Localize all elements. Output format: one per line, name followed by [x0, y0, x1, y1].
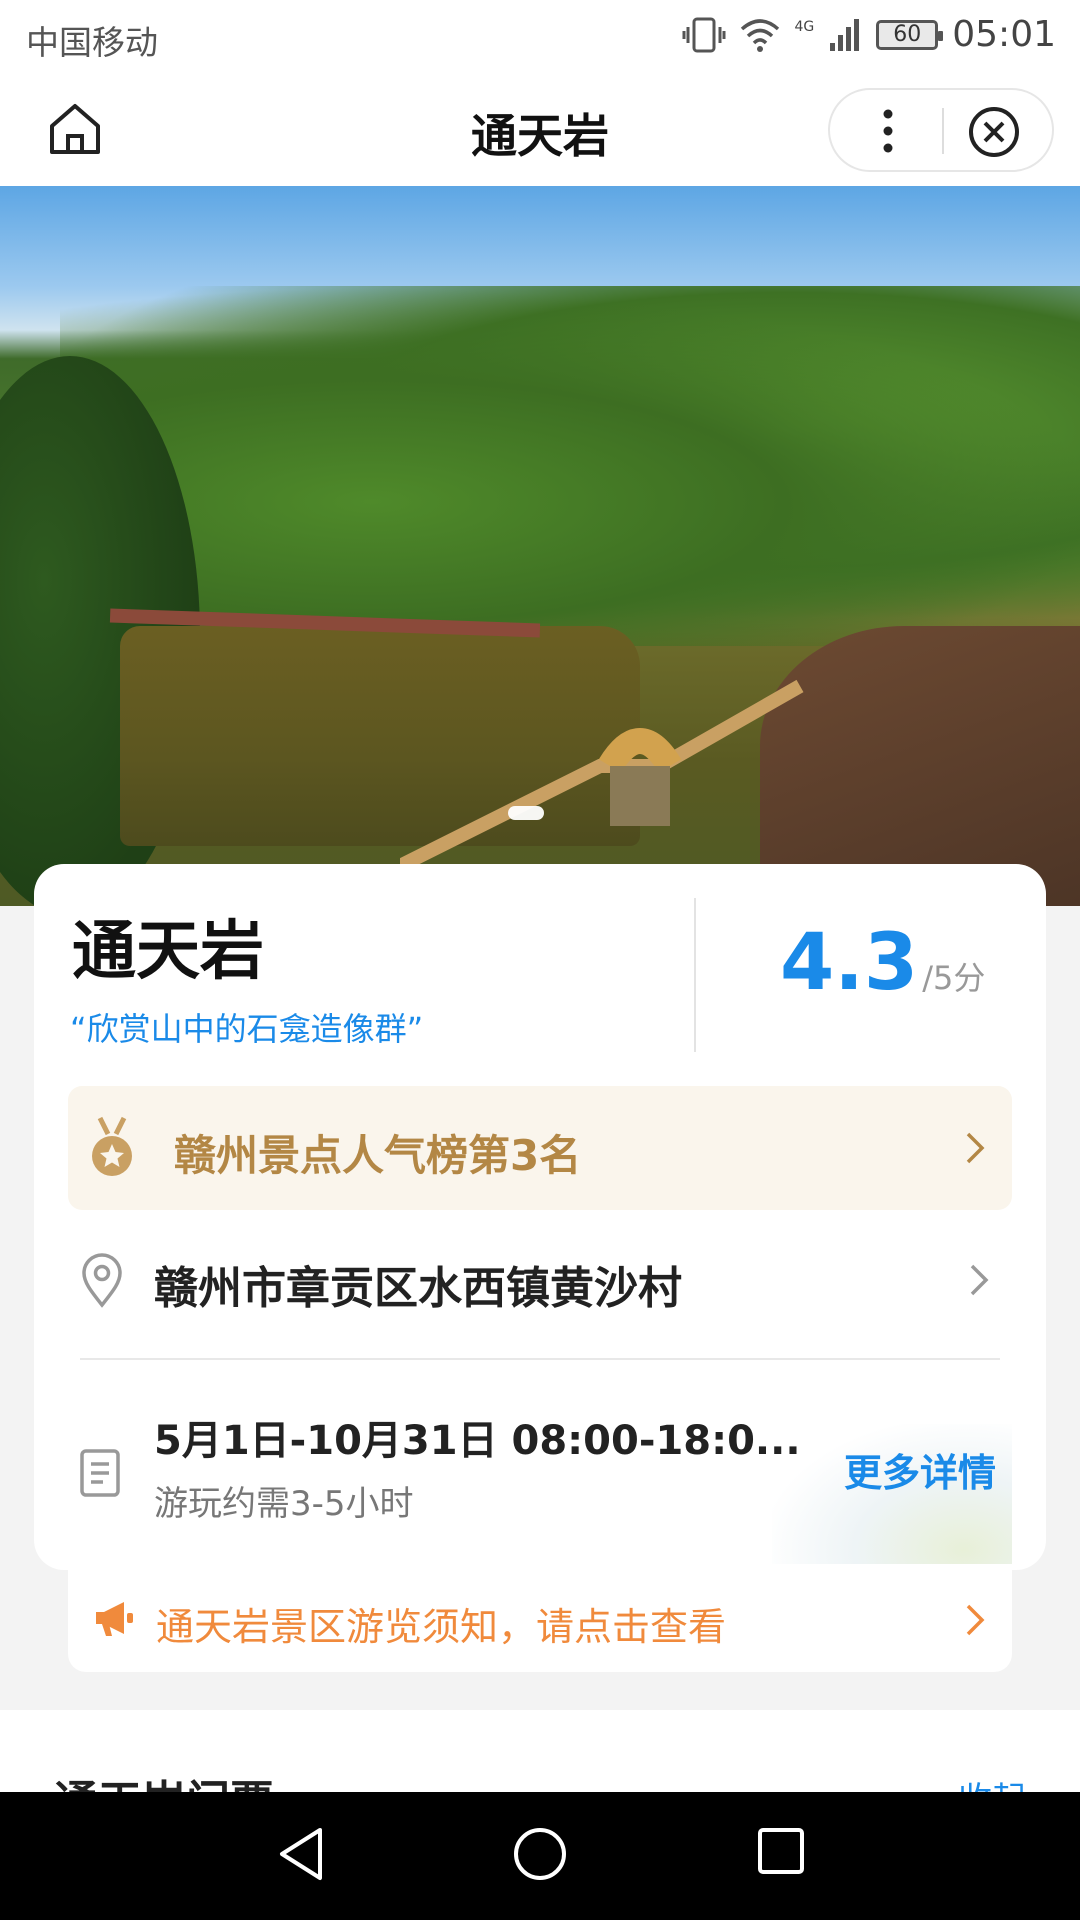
more-details-link[interactable]: 更多详情 — [844, 1442, 996, 1497]
wifi-icon — [741, 18, 780, 52]
rating-score: 4.3 — [780, 918, 919, 1008]
attraction-info-card: 通天岩 “欣赏山中的石龛造像群” 4.3 /5分 赣州景点人气榜第3名 赣州市章… — [34, 864, 1046, 1570]
row-divider — [80, 1358, 1000, 1360]
clock: 05:01 — [952, 14, 1056, 55]
megaphone-icon — [96, 1602, 133, 1636]
recents-icon[interactable] — [756, 1826, 806, 1876]
opening-hours: 5月1日-10月31日 08:00-18:0... — [154, 1418, 801, 1464]
tickets-section: 通天岩门票 收起 — [0, 1710, 1080, 1800]
attraction-slogan: “欣赏山中的石龛造像群” — [70, 1010, 424, 1048]
popularity-rank-bar[interactable]: 赣州景点人气榜第3名 — [68, 1086, 1012, 1210]
status-icons: 4G 60 05:01 — [682, 14, 1056, 55]
attraction-name: 通天岩 — [72, 915, 264, 989]
carrier-name: 中国移动 — [26, 23, 158, 62]
hero-bridge — [400, 679, 804, 873]
status-bar: 中国移动 4G 60 05:01 — [0, 0, 1080, 76]
close-icon[interactable] — [966, 104, 1022, 160]
system-nav-bar — [0, 1792, 1080, 1920]
capsule-divider — [942, 108, 944, 154]
carousel-indicator — [508, 806, 544, 820]
network-type: 4G — [794, 18, 815, 35]
back-icon[interactable] — [276, 1826, 326, 1882]
visit-duration: 游玩约需3-5小时 — [154, 1484, 414, 1524]
rank-label: 赣州景点人气榜第3名 — [174, 1131, 582, 1180]
medal-icon — [92, 1116, 132, 1176]
address-text: 赣州市章贡区水西镇黄沙村 — [154, 1263, 682, 1314]
opening-hours-row[interactable]: 5月1日-10月31日 08:00-18:0... 游玩约需3-5小时 更多详情 — [68, 1364, 1012, 1564]
hero-trees — [60, 286, 1080, 646]
notice-text: 通天岩景区游览须知，请点击查看 — [156, 1605, 727, 1649]
mini-program-capsule — [828, 88, 1054, 172]
rating: 4.3 /5分 — [780, 918, 985, 1008]
nav-bar: 通天岩 — [0, 76, 1080, 186]
vibrate-icon — [682, 17, 726, 52]
chevron-right-icon — [970, 1264, 989, 1296]
more-icon[interactable] — [878, 108, 898, 154]
battery-level: 60 — [893, 22, 922, 47]
battery-icon: 60 — [876, 19, 944, 50]
address-row[interactable]: 赣州市章贡区水西镇黄沙村 — [68, 1214, 1012, 1344]
signal-icon — [830, 18, 860, 51]
chevron-right-icon — [966, 1132, 985, 1164]
visitor-notice-bar[interactable]: 通天岩景区游览须知，请点击查看 — [68, 1568, 1012, 1672]
location-pin-icon — [82, 1253, 122, 1308]
document-icon — [80, 1449, 120, 1497]
vertical-divider — [694, 898, 696, 1052]
hero-image[interactable] — [0, 186, 1080, 906]
rating-unit: /5分 — [922, 959, 986, 997]
chevron-right-icon — [966, 1604, 985, 1636]
home-circle-icon[interactable] — [512, 1826, 568, 1882]
